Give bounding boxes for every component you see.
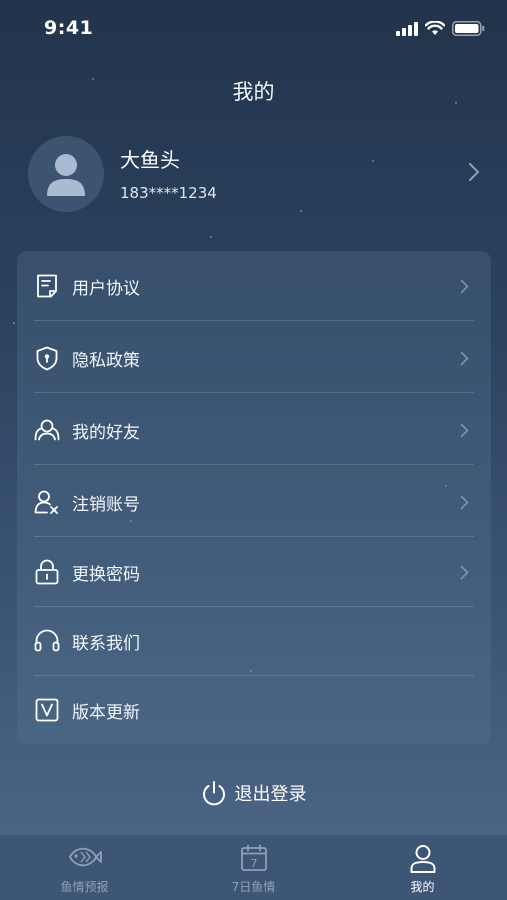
wifi-icon [425,21,445,35]
logout-label: 退出登录 [234,784,307,805]
friends-icon [34,417,60,443]
person-icon [410,845,435,873]
document-icon [34,273,60,299]
avatar[interactable] [28,136,104,212]
headset-icon [34,628,60,654]
tab-label: 我的 [410,880,435,894]
status-bar: 9:41 [0,0,507,58]
chevron-right-icon [460,279,469,293]
menu-item-version-update[interactable]: 版本更新 [17,675,491,745]
battery-icon [452,21,485,36]
divider [34,392,474,393]
chevron-right-icon [460,565,469,579]
menu-item-label: 版本更新 [72,702,140,723]
divider [34,320,474,321]
menu-item-contact-us[interactable]: 联系我们 [17,606,491,676]
chevron-right-icon [460,351,469,365]
tab-fish-forecast[interactable]: 鱼情预报 [0,835,169,900]
menu-item-privacy-policy[interactable]: 隐私政策 [17,323,491,393]
fish-icon [68,847,102,867]
settings-menu: 用户协议 隐私政策 我的好友 注销账号 更换密码 联系我们 版本更新 [17,251,491,744]
menu-item-delete-account[interactable]: 注销账号 [17,467,491,537]
menu-item-label: 用户协议 [72,278,140,299]
menu-item-label: 联系我们 [72,633,140,654]
profile-card[interactable]: 大鱼头 183****1234 [28,136,480,212]
tab-bar: 鱼情预报 7 7日鱼情 我的 [0,834,507,900]
chevron-right-icon [460,423,469,437]
shield-icon [34,345,60,371]
tab-label: 7日鱼情 [231,880,276,894]
menu-item-change-password[interactable]: 更换密码 [17,537,491,607]
chevron-right-icon [460,495,469,509]
version-icon [34,697,60,723]
status-icons [396,21,485,36]
logout-button[interactable]: 退出登录 [0,776,507,810]
status-time: 9:41 [44,17,94,39]
user-remove-icon [34,489,60,515]
divider [34,464,474,465]
menu-item-my-friends[interactable]: 我的好友 [17,395,491,465]
calendar-icon: 7 [240,844,267,871]
avatar-person-icon [47,154,85,196]
menu-item-label: 隐私政策 [72,350,140,371]
tab-label: 鱼情预报 [60,880,109,894]
signal-icon [396,21,418,36]
calendar-number: 7 [250,857,257,870]
lock-icon [34,559,60,585]
page-title: 我的 [232,80,275,104]
menu-item-label: 更换密码 [72,564,140,585]
profile-phone: 183****1234 [120,184,217,202]
menu-item-label: 注销账号 [72,494,140,515]
menu-item-label: 我的好友 [72,422,140,443]
power-icon [202,780,225,805]
chevron-right-icon [469,163,480,181]
menu-item-user-agreement[interactable]: 用户协议 [17,251,491,321]
tab-7day-fish[interactable]: 7 7日鱼情 [169,835,338,900]
profile-name: 大鱼头 [120,148,180,172]
tab-mine[interactable]: 我的 [338,835,507,900]
